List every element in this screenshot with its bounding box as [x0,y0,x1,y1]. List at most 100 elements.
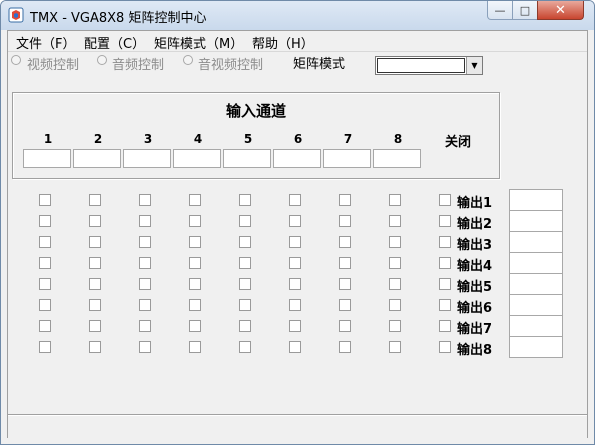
matrix-checkbox[interactable] [239,341,251,353]
matrix-checkbox[interactable] [389,236,401,248]
matrix-checkbox[interactable] [39,194,51,206]
matrix-checkbox[interactable] [139,320,151,332]
output-field[interactable] [509,252,563,274]
input-channel-field[interactable] [273,149,321,168]
matrix-checkbox[interactable] [89,341,101,353]
matrix-checkbox[interactable] [139,257,151,269]
matrix-checkbox[interactable] [239,278,251,290]
matrix-checkbox[interactable] [389,341,401,353]
input-channel-field[interactable] [373,149,421,168]
radio-video-control[interactable] [11,55,21,65]
matrix-checkbox[interactable] [239,194,251,206]
output-close-checkbox[interactable] [439,299,451,311]
output-close-checkbox[interactable] [439,215,451,227]
matrix-checkbox[interactable] [389,194,401,206]
matrix-checkbox[interactable] [39,320,51,332]
output-field[interactable] [509,294,563,316]
matrix-checkbox[interactable] [339,236,351,248]
matrix-checkbox[interactable] [339,194,351,206]
matrix-checkbox[interactable] [239,320,251,332]
output-close-checkbox[interactable] [439,320,451,332]
matrix-checkbox[interactable] [39,236,51,248]
input-channel-field[interactable] [73,149,121,168]
matrix-checkbox[interactable] [89,299,101,311]
matrix-checkbox[interactable] [89,194,101,206]
output-field[interactable] [509,189,563,211]
output-close-checkbox[interactable] [439,341,451,353]
input-channel-field[interactable] [223,149,271,168]
matrix-mode-select[interactable]: ▼ [375,56,483,75]
matrix-checkbox[interactable] [239,299,251,311]
matrix-checkbox[interactable] [289,278,301,290]
matrix-checkbox[interactable] [239,236,251,248]
matrix-checkbox[interactable] [139,215,151,227]
input-channel-field[interactable] [23,149,71,168]
matrix-checkbox[interactable] [289,257,301,269]
output-field[interactable] [509,336,563,358]
matrix-checkbox[interactable] [139,194,151,206]
matrix-checkbox[interactable] [139,278,151,290]
matrix-checkbox[interactable] [289,320,301,332]
matrix-checkbox[interactable] [189,257,201,269]
matrix-checkbox[interactable] [39,341,51,353]
menu-help[interactable]: 帮助（H） [252,33,314,52]
close-button[interactable]: ✕ [537,1,584,20]
minimize-button[interactable]: — [487,1,513,20]
maximize-button[interactable]: □ [512,1,538,20]
matrix-checkbox[interactable] [389,299,401,311]
output-close-checkbox[interactable] [439,257,451,269]
radio-av-control[interactable] [183,55,193,65]
output-close-checkbox[interactable] [439,278,451,290]
menu-file[interactable]: 文件（F） [16,33,75,52]
matrix-checkbox[interactable] [189,299,201,311]
matrix-checkbox[interactable] [189,215,201,227]
matrix-checkbox[interactable] [39,215,51,227]
matrix-checkbox[interactable] [239,215,251,227]
output-field[interactable] [509,210,563,232]
matrix-checkbox[interactable] [189,320,201,332]
radio-audio-control[interactable] [97,55,107,65]
output-close-checkbox[interactable] [439,194,451,206]
matrix-checkbox[interactable] [389,278,401,290]
matrix-checkbox[interactable] [39,278,51,290]
menu-matrix-mode[interactable]: 矩阵模式（M） [154,33,243,52]
chevron-down-icon[interactable]: ▼ [466,57,482,74]
matrix-checkbox[interactable] [189,278,201,290]
matrix-checkbox[interactable] [39,257,51,269]
matrix-checkbox[interactable] [339,341,351,353]
output-close-checkbox[interactable] [439,236,451,248]
matrix-checkbox[interactable] [139,341,151,353]
matrix-checkbox[interactable] [89,278,101,290]
matrix-checkbox[interactable] [339,215,351,227]
matrix-checkbox[interactable] [89,236,101,248]
matrix-checkbox[interactable] [89,215,101,227]
output-field[interactable] [509,231,563,253]
input-channel-field[interactable] [173,149,221,168]
matrix-checkbox[interactable] [189,236,201,248]
matrix-checkbox[interactable] [339,257,351,269]
input-channel-field[interactable] [323,149,371,168]
matrix-checkbox[interactable] [289,299,301,311]
matrix-checkbox[interactable] [39,299,51,311]
matrix-checkbox[interactable] [289,236,301,248]
matrix-checkbox[interactable] [339,299,351,311]
matrix-checkbox[interactable] [389,320,401,332]
input-channel-field[interactable] [123,149,171,168]
matrix-checkbox[interactable] [89,320,101,332]
matrix-checkbox[interactable] [189,341,201,353]
output-field[interactable] [509,273,563,295]
matrix-checkbox[interactable] [89,257,101,269]
matrix-checkbox[interactable] [239,257,251,269]
title-bar[interactable]: TMX - VGA8X8 矩阵控制中心 — □ ✕ [1,1,594,30]
matrix-checkbox[interactable] [389,257,401,269]
matrix-checkbox[interactable] [289,341,301,353]
matrix-checkbox[interactable] [139,236,151,248]
matrix-checkbox[interactable] [339,278,351,290]
matrix-checkbox[interactable] [339,320,351,332]
matrix-checkbox[interactable] [289,194,301,206]
matrix-checkbox[interactable] [139,299,151,311]
matrix-checkbox[interactable] [189,194,201,206]
output-field[interactable] [509,315,563,337]
matrix-checkbox[interactable] [389,215,401,227]
menu-config[interactable]: 配置（C） [84,33,145,52]
